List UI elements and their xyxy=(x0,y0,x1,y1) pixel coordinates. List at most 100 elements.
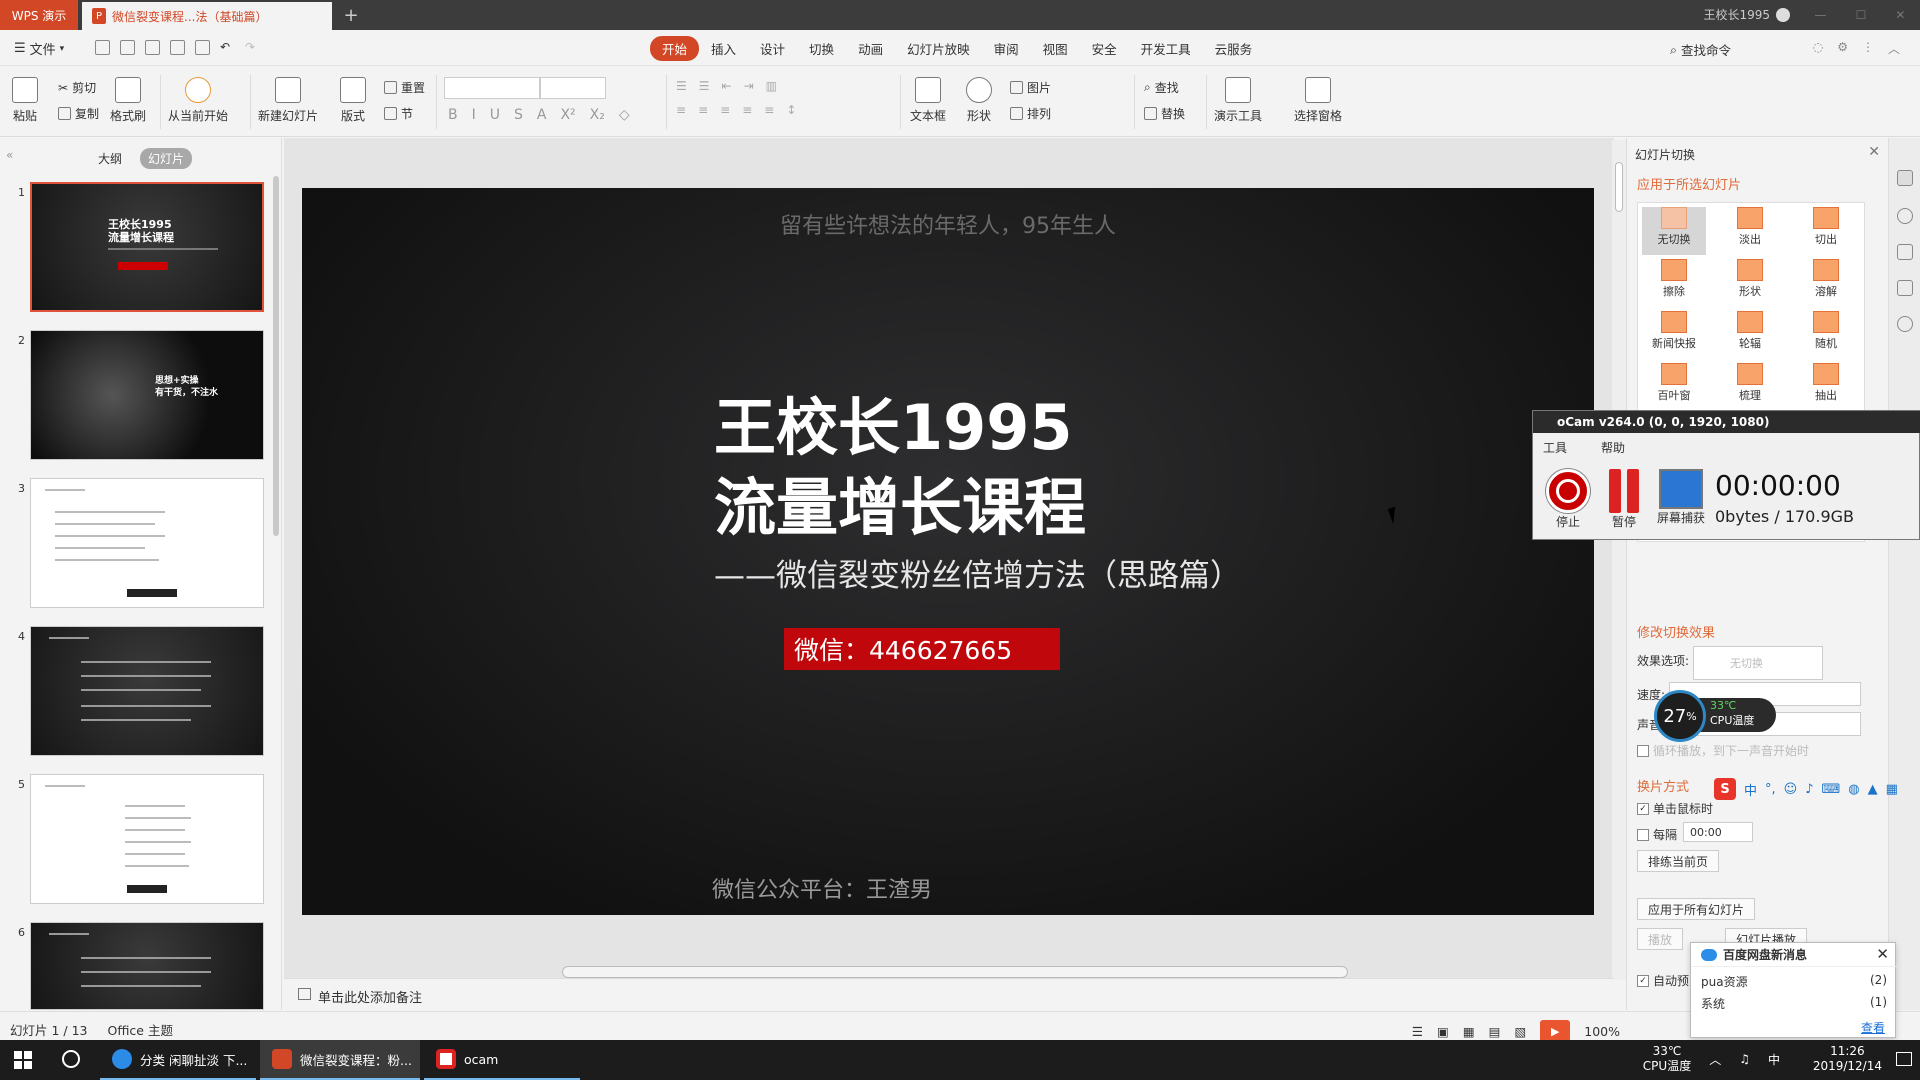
underline-icon[interactable]: U xyxy=(490,107,500,123)
panel-title[interactable]: 幻灯片切换 xyxy=(1635,146,1695,163)
rehearse-button[interactable]: 排练当前页 xyxy=(1637,850,1720,872)
tab-developer[interactable]: 开发工具 xyxy=(1129,36,1203,61)
current-slide[interactable]: 留有些许想法的年轻人，95年生人 王校长1995 流量增长课程 ——微信裂变粉丝… xyxy=(302,188,1594,915)
slide-thumbnail-5[interactable] xyxy=(30,774,264,904)
find-button[interactable]: ⌕ 查找 xyxy=(1144,79,1179,96)
replace-button[interactable]: 替换 xyxy=(1144,105,1185,122)
maximize-icon[interactable]: ☐ xyxy=(1856,8,1867,22)
transition-wheel[interactable]: 轮辐 xyxy=(1718,311,1782,359)
transition-comb[interactable]: 梳理 xyxy=(1718,363,1782,411)
section-button[interactable]: 节 xyxy=(384,105,413,122)
line-spacing-icon[interactable]: ↕ xyxy=(786,103,796,117)
history-icon[interactable] xyxy=(1897,316,1913,332)
tab-outline[interactable]: 大纲 xyxy=(90,148,130,169)
bold-icon[interactable]: B xyxy=(448,107,458,123)
collapse-panel-icon[interactable]: « xyxy=(6,148,13,162)
chat-icon[interactable]: ◌ xyxy=(1813,40,1823,57)
transition-blinds[interactable]: 百叶窗 xyxy=(1642,363,1706,411)
close-window-icon[interactable]: ✕ xyxy=(1895,8,1905,22)
system-clock[interactable]: 11:26 2019/12/14 xyxy=(1813,1044,1882,1074)
zoom-level[interactable]: 100% xyxy=(1584,1024,1620,1039)
ocam-stop-button[interactable]: 停止 xyxy=(1543,469,1593,530)
justify-icon[interactable]: ≡ xyxy=(742,103,752,117)
number-list-icon[interactable]: ☰ xyxy=(699,79,710,93)
microphone-icon[interactable]: ♪ xyxy=(1805,782,1813,797)
slide-thumbnail-2[interactable]: 思想+实操 有干货，不注水 xyxy=(30,330,264,460)
present-tools-button[interactable]: 演示工具 xyxy=(1214,77,1262,124)
grid-icon[interactable]: ▦ xyxy=(1886,782,1898,797)
indent-decrease-icon[interactable]: ⇤ xyxy=(722,79,732,93)
loop-checkbox[interactable]: 循环播放，到下一声音开始时 xyxy=(1637,742,1809,759)
slide-top-text[interactable]: 留有些许想法的年轻人，95年生人 xyxy=(302,208,1594,240)
message-row[interactable]: 系统 (1) xyxy=(1701,995,1887,1012)
notification-icon[interactable] xyxy=(1896,1052,1912,1066)
keyboard-icon[interactable]: ⌨ xyxy=(1822,782,1841,797)
settings-sliders-icon[interactable] xyxy=(1897,280,1913,296)
tab-security[interactable]: 安全 xyxy=(1080,36,1129,61)
arrange-button[interactable]: 排列 xyxy=(1010,105,1051,122)
print-icon[interactable] xyxy=(170,40,185,55)
ocam-pause-button[interactable]: 暂停 xyxy=(1599,469,1649,530)
ocam-menu-help[interactable]: 帮助 xyxy=(1601,439,1625,456)
every-checkbox[interactable]: 每隔 xyxy=(1637,826,1677,843)
superscript-icon[interactable]: X² xyxy=(560,107,575,123)
tray-cpu-temp[interactable]: 33℃ CPU温度 xyxy=(1643,1044,1691,1074)
save-icon[interactable] xyxy=(120,40,135,55)
slide-thumbnail-1[interactable]: 王校长1995 流量增长课程 xyxy=(30,182,264,312)
windows-start-icon[interactable] xyxy=(14,1051,32,1069)
more-icon[interactable]: ⋮ xyxy=(1862,40,1874,57)
slide-wechat-badge[interactable]: 微信：446627665 xyxy=(784,628,1060,670)
reading-view-icon[interactable]: ▤ xyxy=(1489,1024,1501,1039)
canvas-vertical-scrollbar[interactable] xyxy=(1612,140,1626,980)
slide-subtitle[interactable]: ——微信裂变粉丝倍增方法（思路篇） xyxy=(714,550,1241,595)
ocam-title[interactable]: oCam v264.0 (0, 0, 1920, 1080) xyxy=(1533,411,1920,433)
transition-newsflash[interactable]: 新闻快报 xyxy=(1642,311,1706,359)
user-account[interactable]: 王校长1995 xyxy=(1703,6,1790,23)
transition-pull[interactable]: 抽出 xyxy=(1794,363,1858,411)
effect-options-select[interactable]: 无切换 xyxy=(1693,646,1823,680)
cpu-monitor-widget[interactable]: 33℃ CPU温度 27% xyxy=(1654,690,1776,742)
apply-all-button[interactable]: 应用于所有幻灯片 xyxy=(1637,898,1756,920)
slide-thumbnail-3[interactable] xyxy=(30,478,264,608)
strikethrough-icon[interactable]: S xyxy=(514,107,523,123)
slide-thumbnail-4[interactable] xyxy=(30,626,264,756)
transition-cut[interactable]: 切出 xyxy=(1794,207,1858,255)
volume-icon[interactable]: ♫ xyxy=(1739,1052,1750,1066)
open-icon[interactable] xyxy=(95,40,110,55)
undo-icon[interactable]: ↶ xyxy=(220,40,235,55)
reset-button[interactable]: 重置 xyxy=(384,79,425,96)
picture-button[interactable]: 图片 xyxy=(1010,79,1051,96)
on-click-checkbox[interactable]: ✓ 单击鼠标时 xyxy=(1637,800,1713,817)
font-color-icon[interactable]: A xyxy=(537,107,547,123)
tab-transition[interactable]: 切换 xyxy=(797,36,846,61)
paste-button[interactable]: 粘贴 xyxy=(12,77,38,124)
tray-ime[interactable]: 中 xyxy=(1768,1051,1780,1068)
from-current-button[interactable]: 从当前开始 xyxy=(168,77,228,124)
theme-name[interactable]: Office 主题 xyxy=(108,1020,173,1039)
italic-icon[interactable]: I xyxy=(472,107,476,123)
transition-fade[interactable]: 淡出 xyxy=(1718,207,1782,255)
every-time-field[interactable]: 00:00 xyxy=(1683,822,1753,842)
layout-button[interactable]: 版式 xyxy=(340,77,366,124)
user-icon[interactable]: ◍ xyxy=(1848,782,1859,797)
new-slide-button[interactable]: 新建幻灯片 xyxy=(258,77,318,124)
transition-dissolve[interactable]: 溶解 xyxy=(1794,259,1858,307)
sogou-logo-icon[interactable]: S xyxy=(1714,778,1736,800)
align-right-icon[interactable]: ≡ xyxy=(720,103,730,117)
message-row[interactable]: pua资源 (2) xyxy=(1701,973,1887,990)
close-icon[interactable]: ✕ xyxy=(1868,144,1880,160)
new-tab-button[interactable]: + xyxy=(340,4,362,26)
font-family-field[interactable] xyxy=(444,77,540,99)
slide-thumbnail-6[interactable] xyxy=(30,922,264,1010)
minimize-icon[interactable]: — xyxy=(1815,8,1827,22)
canvas-horizontal-scrollbar[interactable] xyxy=(562,966,1348,978)
tab-animation[interactable]: 动画 xyxy=(846,36,895,61)
view-link[interactable]: 查看 xyxy=(1861,1019,1885,1036)
redo-icon[interactable]: ↷ xyxy=(245,40,260,55)
tab-design[interactable]: 设计 xyxy=(748,36,797,61)
ocam-menu-tools[interactable]: 工具 xyxy=(1543,439,1567,456)
slide-title[interactable]: 王校长1995 流量增长课程 xyxy=(714,388,1086,548)
thumbnail-scrollbar[interactable] xyxy=(273,176,279,536)
tab-home[interactable]: 开始 xyxy=(650,36,700,61)
tab-insert[interactable]: 插入 xyxy=(699,36,748,61)
